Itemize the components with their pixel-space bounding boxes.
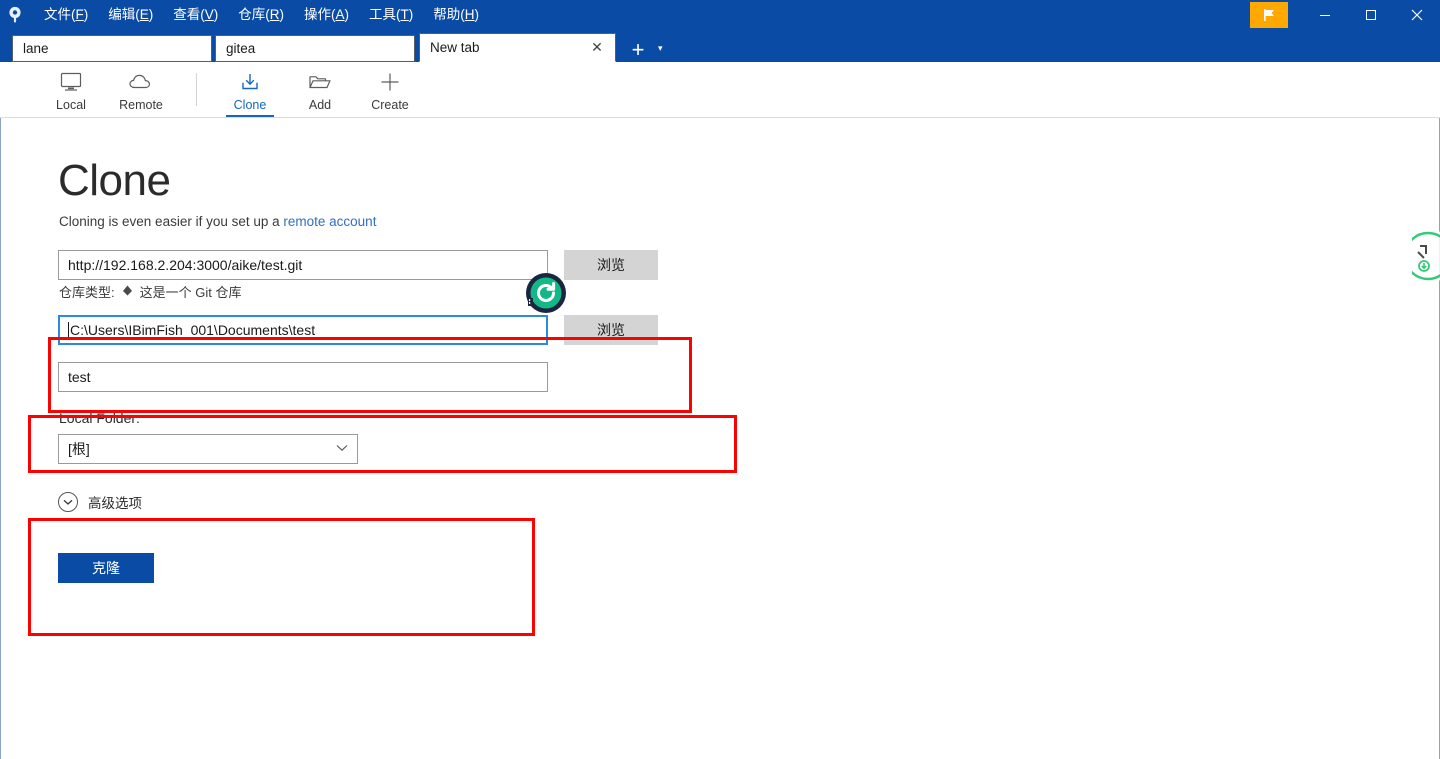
tab-gitea[interactable]: gitea	[215, 35, 415, 62]
toolbar-button-remote[interactable]: Remote	[106, 62, 176, 117]
source-url-row: http://192.168.2.204:3000/aike/test.git …	[58, 250, 658, 280]
tab-strip: lane gitea New tab ✕ + ▾	[0, 30, 1440, 62]
remote-account-hint-text: Cloning is even easier if you set up a	[59, 214, 284, 229]
toolbar-button-add[interactable]: Add	[285, 62, 355, 117]
menu-item-repository[interactable]: 仓库(R)	[228, 2, 294, 28]
flag-icon[interactable]	[1250, 2, 1288, 28]
remote-account-link[interactable]: remote account	[283, 214, 376, 229]
plus-icon	[379, 70, 401, 94]
toolbar-left-gap	[0, 62, 36, 117]
local-folder-select[interactable]: [根]	[58, 434, 358, 464]
maximize-button[interactable]	[1348, 0, 1394, 30]
monitor-icon	[59, 70, 83, 94]
close-icon[interactable]: ✕	[589, 39, 605, 56]
menu-item-help-label: 帮助	[433, 7, 461, 22]
toolbar-button-create-label: Create	[371, 97, 409, 112]
repository-type-status: 仓库类型: 这是一个 Git 仓库	[59, 282, 241, 301]
menu-item-file-acc: F	[75, 7, 84, 22]
source-url-browse-button[interactable]: 浏览	[564, 250, 658, 280]
repository-type-label: 仓库类型:	[59, 285, 115, 300]
git-repo-icon	[121, 284, 134, 300]
menu-item-view-acc: V	[204, 7, 214, 22]
source-url-input[interactable]: http://192.168.2.204:3000/aike/test.git	[58, 250, 548, 280]
menu-item-actions-label: 操作	[304, 7, 332, 22]
tab-new-tab[interactable]: New tab ✕	[419, 33, 616, 62]
toolbar-button-remote-label: Remote	[119, 97, 163, 112]
toolbar-divider	[196, 73, 197, 106]
menu-bar[interactable]: 文件(F) 编辑(E) 查看(V) 仓库(R) 操作(A) 工具(T) 帮助(H…	[34, 0, 489, 30]
title-bar: 文件(F) 编辑(E) 查看(V) 仓库(R) 操作(A) 工具(T) 帮助(H…	[0, 0, 1440, 30]
advanced-options-label: 高级选项	[88, 496, 142, 511]
menu-item-tools-acc: T	[400, 7, 409, 22]
menu-item-help[interactable]: 帮助(H)	[423, 2, 489, 28]
repository-name-input[interactable]: test	[58, 362, 548, 392]
repository-type-value: 这是一个 Git 仓库	[139, 285, 242, 300]
add-tab-button[interactable]: +	[629, 39, 647, 61]
close-button[interactable]	[1394, 0, 1440, 30]
menu-item-help-acc: H	[464, 7, 475, 22]
main-toolbar: Local Remote Clone Add Create	[0, 62, 1440, 118]
menu-item-file[interactable]: 文件(F)	[34, 2, 98, 28]
clone-page: Clone Cloning is even easier if you set …	[0, 118, 1440, 759]
menu-item-edit-label: 编辑	[108, 7, 136, 22]
local-folder-label: Local Folder:	[59, 410, 140, 426]
menu-item-actions[interactable]: 操作(A)	[294, 2, 359, 28]
menu-item-tools[interactable]: 工具(T)	[359, 2, 423, 28]
menu-item-repository-label: 仓库	[238, 7, 266, 22]
tab-lane-label: lane	[23, 41, 49, 56]
toolbar-button-clone-label: Clone	[233, 97, 267, 112]
text-caret	[68, 321, 69, 339]
toolbar-button-local[interactable]: Local	[36, 62, 106, 117]
destination-path-browse-button[interactable]: 浏览	[564, 315, 658, 345]
tab-new-tab-label: New tab	[430, 40, 480, 55]
cloud-icon	[128, 70, 154, 94]
local-folder-value: [根]	[68, 441, 90, 457]
clone-submit-button[interactable]: 克隆	[58, 553, 154, 583]
menu-item-edit[interactable]: 编辑(E)	[98, 2, 163, 28]
app-logo-icon	[0, 0, 30, 30]
page-title: Clone	[58, 156, 171, 205]
menu-item-edit-acc: E	[139, 7, 149, 22]
toolbar-button-add-label: Add	[308, 97, 332, 112]
minimize-button[interactable]	[1302, 0, 1348, 30]
destination-path-input[interactable]: C:\Users\IBimFish_001\Documents\test	[58, 315, 548, 345]
destination-path-value: C:\Users\IBimFish_001\Documents\test	[70, 322, 316, 338]
green-download-badge-icon	[1401, 228, 1440, 284]
chevron-down-circle-icon	[58, 492, 78, 512]
remote-account-hint: Cloning is even easier if you set up a r…	[59, 214, 376, 229]
repository-name-row: test	[58, 362, 548, 392]
chevron-down-icon[interactable]: ▾	[658, 43, 663, 54]
tab-lane[interactable]: lane	[12, 35, 212, 62]
chevron-down-icon	[336, 443, 348, 455]
download-icon	[238, 70, 262, 94]
toolbar-button-create[interactable]: Create	[355, 62, 425, 117]
folder-icon	[307, 70, 333, 94]
menu-item-view[interactable]: 查看(V)	[163, 2, 228, 28]
menu-item-actions-acc: A	[335, 7, 345, 22]
green-refresh-badge-icon	[524, 272, 568, 316]
toolbar-button-clone[interactable]: Clone	[215, 62, 285, 117]
advanced-options-toggle[interactable]: 高级选项	[58, 492, 142, 512]
menu-item-tools-label: 工具	[369, 7, 397, 22]
destination-path-row: C:\Users\IBimFish_001\Documents\test 浏览	[58, 315, 658, 345]
menu-item-repository-acc: R	[269, 7, 280, 22]
toolbar-button-local-label: Local	[56, 97, 86, 112]
tab-gitea-label: gitea	[226, 41, 256, 56]
menu-item-file-label: 文件	[44, 7, 71, 22]
menu-item-view-label: 查看	[173, 7, 201, 22]
